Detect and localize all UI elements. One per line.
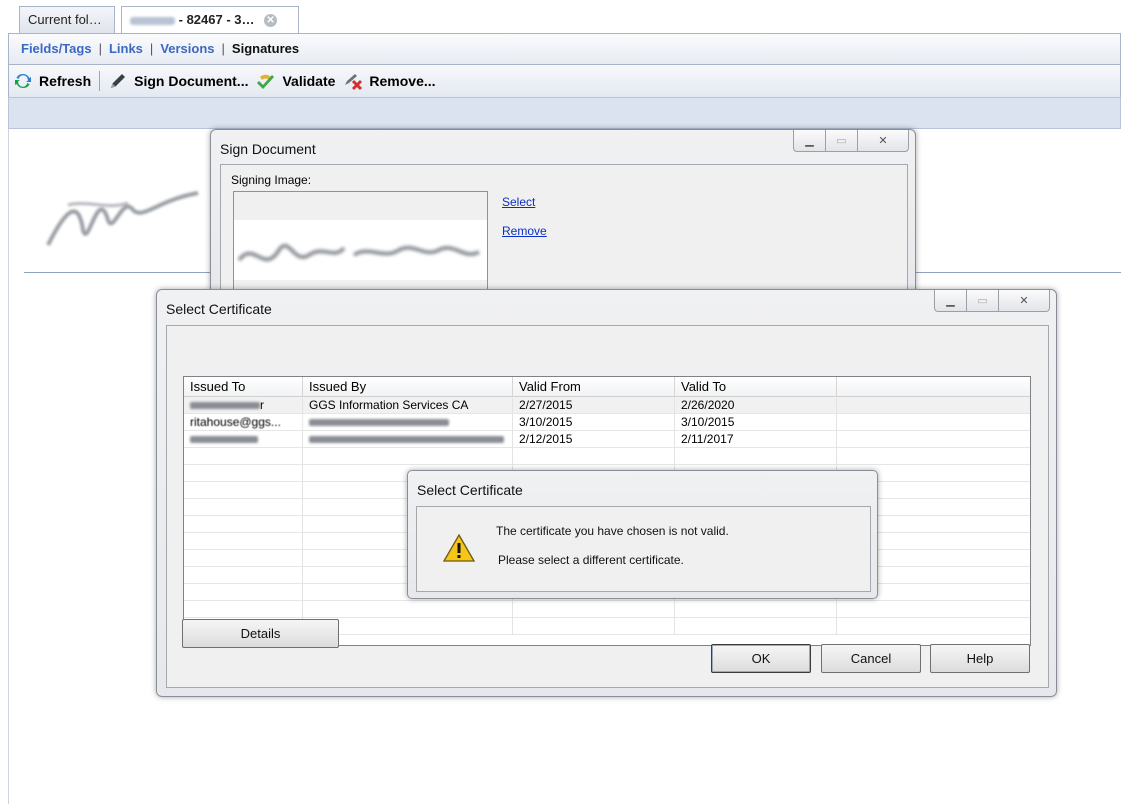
tab-label: - 82467 - 3… xyxy=(178,12,255,27)
nav-versions[interactable]: Versions xyxy=(160,41,214,56)
cell-text: r xyxy=(260,398,264,412)
cell-issued-to: r xyxy=(184,397,303,414)
remove-image-link[interactable]: Remove xyxy=(502,224,547,238)
cell-valid-to: 2/26/2020 xyxy=(675,397,837,414)
dialog-title: Select Certificate xyxy=(166,301,272,317)
cancel-button[interactable]: Cancel xyxy=(821,644,921,673)
empty-row xyxy=(184,448,1030,465)
tab-strip: Current fol… - 82467 - 3… ✕ xyxy=(0,0,1121,33)
redacted-text xyxy=(190,402,260,410)
certificate-list-header: Issued To Issued By Valid From Valid To xyxy=(184,377,1030,397)
alert-message-line1: The certificate you have chosen is not v… xyxy=(496,524,729,538)
nav-separator: | xyxy=(221,41,225,56)
toolbar-band xyxy=(8,97,1121,129)
column-issued-by[interactable]: Issued By xyxy=(303,377,513,397)
sign-document-label: Sign Document... xyxy=(134,73,249,89)
window-controls: ▁ ▭ ✕ xyxy=(793,130,909,152)
redacted-text xyxy=(190,436,258,444)
remove-signature-icon xyxy=(345,74,363,91)
maximize-button[interactable]: ▭ xyxy=(825,130,857,152)
signing-image-panel: Signing Image: Select Remove xyxy=(220,164,908,301)
validate-label: Validate xyxy=(282,73,336,89)
cell-filler xyxy=(837,431,1030,448)
cell-issued-by xyxy=(303,414,513,431)
maximize-button[interactable]: ▭ xyxy=(966,290,998,312)
refresh-button[interactable]: Refresh xyxy=(9,68,95,94)
cell-valid-to: 3/10/2015 xyxy=(675,414,837,431)
cell-valid-from: 3/10/2015 xyxy=(513,414,675,431)
cell-valid-from: 2/12/2015 xyxy=(513,431,675,448)
cell-issued-to: ritahouse@ggs... xyxy=(184,414,303,431)
cell-issued-to xyxy=(184,431,303,448)
column-valid-to[interactable]: Valid To xyxy=(675,377,837,397)
toolbar-divider xyxy=(99,71,101,91)
column-filler xyxy=(837,377,1030,397)
signing-image-box xyxy=(233,191,488,301)
signing-signature-image xyxy=(237,243,480,262)
column-issued-to[interactable]: Issued To xyxy=(184,377,303,397)
alert-body: The certificate you have chosen is not v… xyxy=(416,506,871,592)
document-subnav: Fields/Tags | Links | Versions | Signatures xyxy=(8,33,1121,65)
window-controls: ▁ ▭ ✕ xyxy=(934,290,1050,312)
validate-button[interactable]: Validate xyxy=(252,68,339,94)
redacted-text xyxy=(309,419,449,427)
remove-label: Remove... xyxy=(369,73,436,89)
left-gutter-line xyxy=(8,129,9,804)
invalid-certificate-alert: Select Certificate The certificate you h… xyxy=(407,470,878,599)
tab-document[interactable]: - 82467 - 3… ✕ xyxy=(121,6,299,33)
alert-title: Select Certificate xyxy=(417,482,523,498)
select-image-link[interactable]: Select xyxy=(502,195,535,209)
minimize-button[interactable]: ▁ xyxy=(934,290,966,312)
cell-issued-by xyxy=(303,431,513,448)
close-button[interactable]: ✕ xyxy=(857,130,909,152)
alert-message-line2: Please select a different certificate. xyxy=(498,553,684,567)
signing-image-label: Signing Image: xyxy=(231,173,312,187)
nav-fields-tags[interactable]: Fields/Tags xyxy=(21,41,92,56)
empty-row xyxy=(184,601,1030,618)
nav-links[interactable]: Links xyxy=(109,41,143,56)
sign-document-dialog: Sign Document ▁ ▭ ✕ Signing Image: Selec… xyxy=(210,129,916,301)
pen-icon xyxy=(111,74,126,88)
details-button[interactable]: Details xyxy=(182,619,339,648)
redacted-text xyxy=(130,16,175,25)
table-row[interactable]: 2/12/2015 2/11/2017 xyxy=(184,431,1030,448)
signatures-toolbar: Refresh Sign Document... Validate Remove… xyxy=(8,65,1121,97)
signature-image xyxy=(46,191,199,246)
nav-signatures[interactable]: Signatures xyxy=(232,41,299,56)
minimize-button[interactable]: ▁ xyxy=(793,130,825,152)
ok-button[interactable]: OK xyxy=(711,644,811,673)
validate-icon xyxy=(257,74,275,89)
refresh-label: Refresh xyxy=(39,73,92,89)
tab-current-folder[interactable]: Current fol… xyxy=(19,6,115,33)
table-row[interactable]: ritahouse@ggs... 3/10/2015 3/10/2015 xyxy=(184,414,1030,431)
refresh-icon xyxy=(15,73,31,89)
warning-icon xyxy=(443,534,475,562)
column-valid-from[interactable]: Valid From xyxy=(513,377,675,397)
redacted-text xyxy=(309,436,504,444)
signing-image-canvas xyxy=(234,220,487,280)
cell-filler xyxy=(837,397,1030,414)
sign-document-button[interactable]: Sign Document... xyxy=(104,68,252,94)
cell-issued-by: GGS Information Services CA xyxy=(303,397,513,414)
dialog-title: Sign Document xyxy=(220,141,316,157)
table-row[interactable]: r GGS Information Services CA 2/27/2015 … xyxy=(184,397,1030,414)
close-button[interactable]: ✕ xyxy=(998,290,1050,312)
cell-filler xyxy=(837,414,1030,431)
help-button[interactable]: Help xyxy=(930,644,1030,673)
remove-button[interactable]: Remove... xyxy=(339,68,439,94)
close-tab-icon[interactable]: ✕ xyxy=(264,14,278,28)
cell-valid-from: 2/27/2015 xyxy=(513,397,675,414)
cell-valid-to: 2/11/2017 xyxy=(675,431,837,448)
tab-label: Current fol… xyxy=(28,12,102,27)
nav-separator: | xyxy=(149,41,154,56)
nav-separator: | xyxy=(98,41,102,56)
